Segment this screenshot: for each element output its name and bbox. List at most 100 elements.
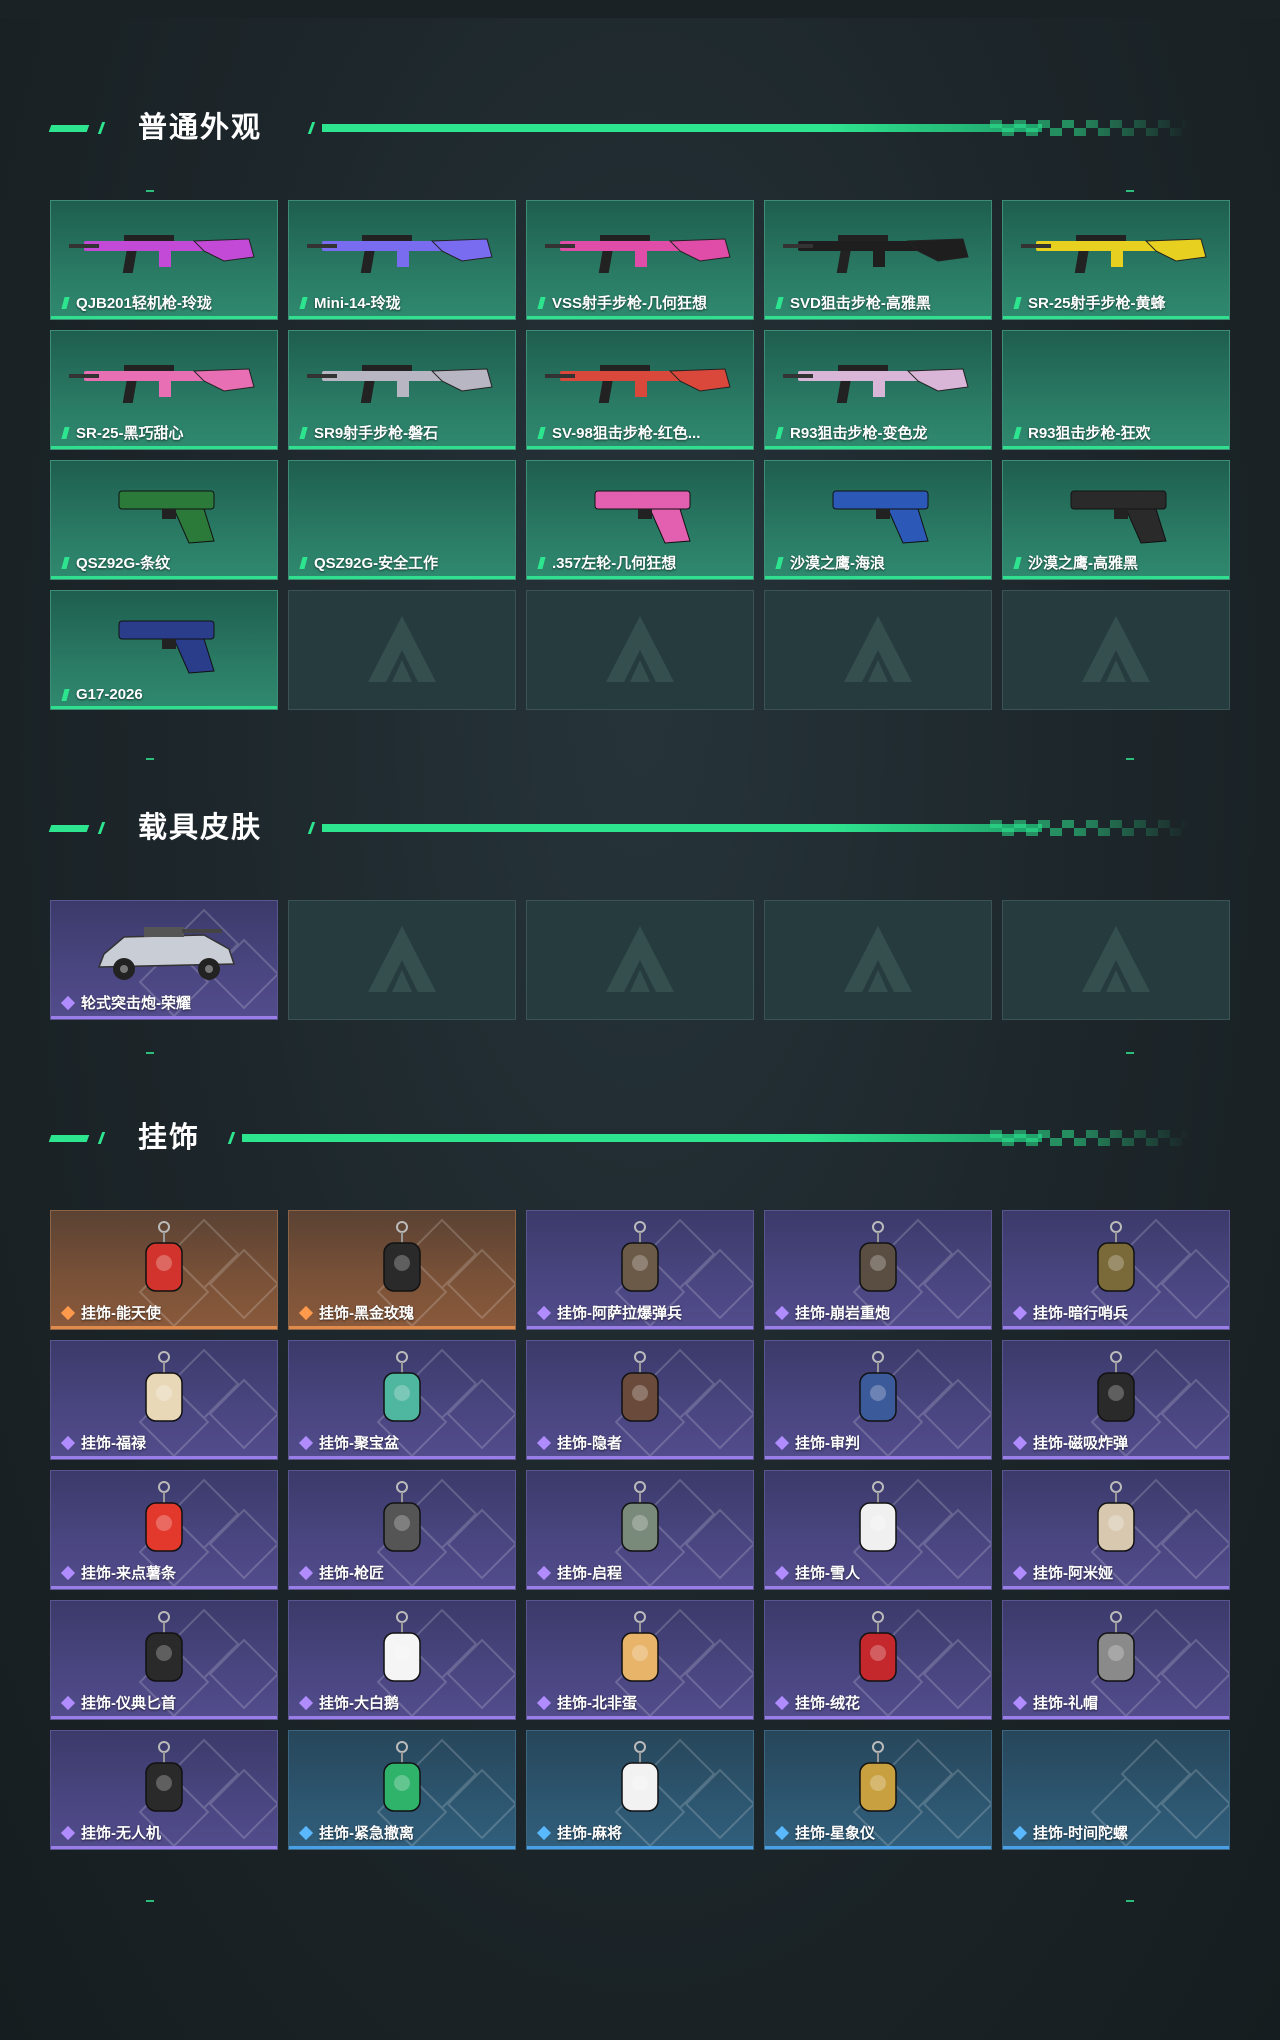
charm-card[interactable]: 挂饰-礼帽 [1002,1600,1230,1720]
item-name: 挂饰-绒花 [795,1695,860,1712]
charm-card[interactable]: 挂饰-崩岩重炮 [764,1210,992,1330]
charm-card[interactable]: 挂饰-大白鹅 [288,1600,516,1720]
skin-grid: QJB201轻机枪-玲珑 Mini-14-玲珑 VSS射手步枪-几何狂想 SVD… [50,200,1230,710]
item-label: 挂饰-福禄 [60,1432,146,1453]
header-deco [307,822,316,834]
charm-card[interactable]: 挂饰-时间陀螺 [1002,1730,1230,1850]
skin-card[interactable]: SR9射手步枪-磐石 [288,330,516,450]
rarity-icon [774,1305,790,1320]
item-label: 挂饰-磁吸炸弹 [1012,1432,1128,1453]
item-label: 挂饰-来点薯条 [60,1562,176,1583]
skin-card[interactable]: 轮式突击炮-荣耀 [50,900,278,1020]
item-label: QSZ92G-安全工作 [299,552,439,573]
pistol-icon [51,469,277,549]
game-logo-watermark-icon [1082,926,1150,992]
charm-card[interactable]: 挂饰-仪典匕首 [50,1600,278,1720]
item-name: QSZ92G-安全工作 [314,555,439,572]
charm-card[interactable]: 挂饰-启程 [526,1470,754,1590]
charm-card-icon [51,1219,277,1299]
item-label: SVD狙击步枪-高雅黑 [775,292,931,313]
item-name: 挂饰-福禄 [81,1435,146,1452]
skin-card[interactable]: QSZ92G-条纹 [50,460,278,580]
item-label: 挂饰-大白鹅 [298,1692,399,1713]
empty-slot [1002,590,1230,710]
charm-gourd-icon [51,1349,277,1429]
charm-card[interactable]: 挂饰-来点薯条 [50,1470,278,1590]
charm-card[interactable]: 挂饰-绒花 [764,1600,992,1720]
charm-card[interactable]: 挂饰-星象仪 [764,1730,992,1850]
skin-card[interactable]: 沙漠之鹰-高雅黑 [1002,460,1230,580]
charm-card[interactable]: 挂饰-雪人 [764,1470,992,1590]
rarity-icon [298,1565,314,1580]
empty-slot [764,900,992,1020]
header-bar [322,124,1042,132]
item-label: 挂饰-崩岩重炮 [774,1302,890,1323]
charm-card[interactable]: 挂饰-枪匠 [288,1470,516,1590]
item-name: 挂饰-来点薯条 [81,1565,176,1582]
charm-card[interactable]: 挂饰-能天使 [50,1210,278,1330]
charm-card[interactable]: 挂饰-福禄 [50,1340,278,1460]
rarity-icon [537,426,546,439]
charm-card[interactable]: 挂饰-暗行哨兵 [1002,1210,1230,1330]
charm-treasure-bowl-icon [289,1349,515,1429]
charm-card[interactable]: 挂饰-麻将 [526,1730,754,1850]
item-label: R93狙击步枪-狂欢 [1013,422,1151,443]
item-label: 挂饰-阿萨拉爆弹兵 [536,1302,682,1323]
charm-soldier-icon [1003,1219,1229,1299]
rarity-icon [299,556,308,569]
skin-card[interactable]: R93狙击步枪-狂欢 [1002,330,1230,450]
item-name: 挂饰-阿米娅 [1033,1565,1113,1582]
item-name: 沙漠之鹰-海浪 [790,555,885,572]
skin-card[interactable]: .357左轮-几何狂想 [526,460,754,580]
charm-card[interactable]: 挂饰-聚宝盆 [288,1340,516,1460]
charm-card[interactable]: 挂饰-紧急撤离 [288,1730,516,1850]
skin-card[interactable]: QSZ92G-安全工作 [288,460,516,580]
rarity-icon [775,426,784,439]
rarity-icon [536,1435,552,1450]
skin-card[interactable]: SVD狙击步枪-高雅黑 [764,200,992,320]
charm-card[interactable]: 挂饰-北非蛋 [526,1600,754,1720]
skin-card[interactable]: SV-98狙击步枪-红色... [526,330,754,450]
charm-card-icon [527,1349,753,1429]
skin-card[interactable]: VSS射手步枪-几何狂想 [526,200,754,320]
charm-card[interactable]: 挂饰-黑金玫瑰 [288,1210,516,1330]
empty-slot [764,590,992,710]
game-logo-watermark-icon [606,616,674,682]
item-label: SV-98狙击步枪-红色... [537,422,700,443]
header-deco [97,122,106,134]
item-name: 轮式突击炮-荣耀 [81,995,191,1012]
item-label: 挂饰-时间陀螺 [1012,1822,1128,1843]
gun-sniper-rifle-icon [765,209,991,289]
charm-rose-icon [289,1219,515,1299]
skin-card[interactable]: SR-25射手步枪-黄蜂 [1002,200,1230,320]
item-label: QJB201轻机枪-玲珑 [61,292,212,313]
charm-hat-icon [1003,1609,1229,1689]
item-name: 挂饰-无人机 [81,1825,161,1842]
item-label: SR-25-黑巧甜心 [61,422,184,443]
rarity-icon [298,1825,314,1840]
item-name: 挂饰-北非蛋 [557,1695,637,1712]
gun-marksman-rifle-icon [527,209,753,289]
skin-card[interactable]: R93狙击步枪-变色龙 [764,330,992,450]
corner-mark [146,1900,154,1902]
charm-card[interactable]: 挂饰-隐者 [526,1340,754,1460]
skin-card[interactable]: SR-25-黑巧甜心 [50,330,278,450]
charm-card[interactable]: 挂饰-阿萨拉爆弹兵 [526,1210,754,1330]
section-title: 载具皮肤 [138,812,263,844]
skin-card[interactable]: G17-2026 [50,590,278,710]
charm-card[interactable]: 挂饰-磁吸炸弹 [1002,1340,1230,1460]
charm-card[interactable]: 挂饰-审判 [764,1340,992,1460]
item-name: SVD狙击步枪-高雅黑 [790,295,931,312]
gun-sniper-rifle-icon [527,339,753,419]
item-name: 沙漠之鹰-高雅黑 [1028,555,1138,572]
charm-card[interactable]: 挂饰-阿米娅 [1002,1470,1230,1590]
item-label: VSS射手步枪-几何狂想 [537,292,707,313]
rarity-icon [298,1305,314,1320]
corner-mark [146,1052,154,1054]
skin-card[interactable]: QJB201轻机枪-玲珑 [50,200,278,320]
pistol-icon [1003,469,1229,549]
item-name: 挂饰-崩岩重炮 [795,1305,890,1322]
charm-card[interactable]: 挂饰-无人机 [50,1730,278,1850]
skin-card[interactable]: Mini-14-玲珑 [288,200,516,320]
skin-card[interactable]: 沙漠之鹰-海浪 [764,460,992,580]
